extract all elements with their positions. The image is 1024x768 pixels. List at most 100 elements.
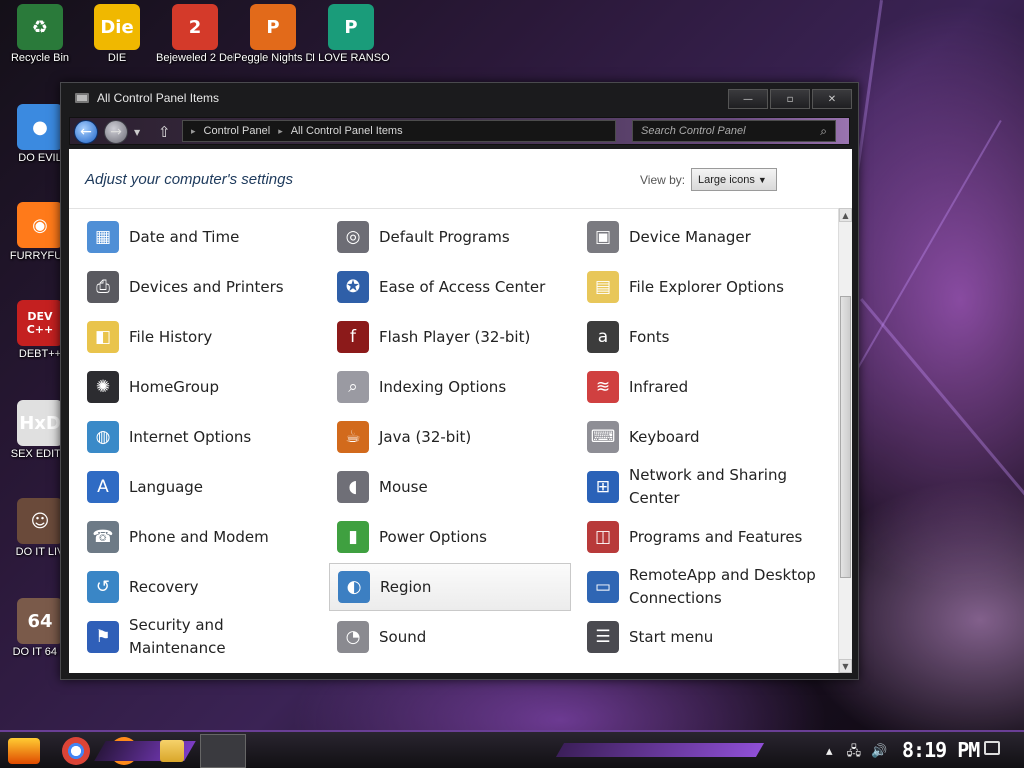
network-icon[interactable]: 🖧 (847, 744, 862, 759)
control-panel-item[interactable]: ▮ Power Options (329, 513, 571, 561)
clock[interactable]: 8:19 PM (902, 738, 980, 762)
address-root-chevron-icon[interactable]: ▸ (191, 126, 196, 137)
tray-chevron-up-icon[interactable]: ▴ (826, 744, 833, 759)
search-input[interactable]: Search Control Panel ⌕ (632, 120, 836, 142)
chevron-down-icon: ▼ (757, 174, 767, 185)
control-panel-item[interactable]: a Fonts (579, 313, 821, 361)
action-center-icon[interactable] (984, 741, 1000, 755)
maximize-button[interactable]: ▫ (770, 89, 810, 109)
scroll-up-arrow-icon[interactable]: ▲ (839, 208, 852, 222)
control-panel-item-label: Security and Maintenance (129, 616, 226, 657)
control-panel-item[interactable]: ⊞ Network and Sharing Center (579, 463, 821, 511)
control-panel-item[interactable]: ✺ HomeGroup (79, 363, 321, 411)
desktop-icon[interactable]: 2 Bejeweled 2 Deluxe (156, 4, 234, 65)
search-placeholder: Search Control Panel (641, 125, 746, 137)
control-panel-item[interactable]: ↺ Recovery (79, 563, 321, 611)
control-panel-item[interactable]: A Language (79, 463, 321, 511)
view-by-value: Large icons (698, 173, 755, 186)
scroll-down-arrow-icon[interactable]: ▼ (839, 659, 852, 673)
control-panel-item-label: Keyboard (629, 427, 700, 446)
control-panel-item[interactable]: f Flash Player (32-bit) (329, 313, 571, 361)
desktop-app-icon: P (250, 4, 296, 50)
control-panel-item[interactable]: ◔ Sound (329, 613, 571, 661)
control-panel-items-grid: ▦ Date and Time ◎ Default Programs ▣ Device M… (79, 213, 831, 671)
page-title: Adjust your computer's settings (85, 171, 293, 188)
control-panel-item-label: Network and Sharing Center (629, 466, 787, 507)
desktop-icon-label: DIE (107, 52, 127, 64)
control-panel-item-label: Fonts (629, 327, 670, 346)
control-panel-item-label: Mouse (379, 477, 428, 496)
control-panel-item[interactable]: ⌨ Keyboard (579, 413, 821, 461)
control-panel-item[interactable]: ▣ Device Manager (579, 213, 821, 261)
control-panel-item-label: HomeGroup (129, 377, 219, 396)
desktop-icon[interactable]: P Peggle Nights Deluxe (234, 4, 312, 65)
start-button[interactable] (8, 738, 40, 764)
control-panel-item[interactable]: ☎ Phone and Modem (79, 513, 321, 561)
desktop-icon[interactable]: Die DIE (78, 4, 156, 65)
recovery-icon: ↺ (87, 571, 119, 603)
title-bar[interactable]: All Control Panel Items — ▫ ✕ (61, 83, 858, 113)
view-by-dropdown[interactable]: Large icons ▼ (691, 168, 777, 191)
control-panel-item-label: Flash Player (32-bit) (379, 327, 531, 346)
desktop-app-icon: ◉ (17, 202, 63, 248)
control-panel-item[interactable]: ☰ Start menu (579, 613, 821, 661)
desktop-app-icon: DEV C++ (17, 300, 63, 346)
control-panel-taskbar-button[interactable] (200, 734, 246, 768)
control-panel-item-label: Language (129, 477, 204, 496)
control-panel-item[interactable]: ▦ Date and Time (79, 213, 321, 261)
back-button[interactable]: ← (74, 120, 98, 144)
control-panel-item-label: File Explorer Options (629, 277, 784, 296)
chrome-taskbar-icon[interactable] (62, 737, 90, 765)
vertical-scrollbar[interactable]: ▲ ▼ (838, 208, 852, 673)
control-panel-item[interactable]: ◎ Default Programs (329, 213, 571, 261)
control-panel-item[interactable]: ⌕ Indexing Options (329, 363, 571, 411)
control-panel-item-label: Infrared (629, 377, 689, 396)
control-panel-window: All Control Panel Items — ▫ ✕ ← → ▼ ⇧ ▸ … (60, 82, 859, 680)
control-panel-item[interactable]: ◫ Programs and Features (579, 513, 821, 561)
minimize-button[interactable]: — (728, 89, 768, 109)
address-bar[interactable]: ▸ Control Panel ▸ All Control Panel Item… (182, 120, 616, 142)
header-divider (69, 208, 839, 209)
search-icon[interactable]: ⌕ (820, 124, 827, 139)
system-tray: ▴ 🖧 🔊 (826, 742, 888, 764)
wallpaper-ray (860, 298, 1024, 607)
control-panel-item-label: Region (380, 577, 432, 596)
desktop-icon-label: Recycle Bin (10, 52, 70, 64)
control-panel-item[interactable]: ▭ RemoteApp and Desktop Connections (579, 563, 821, 611)
control-panel-item-label: Default Programs (379, 227, 510, 246)
navigation-bar: ← → ▼ ⇧ ▸ Control Panel ▸ All Control Pa… (69, 117, 850, 145)
control-panel-item[interactable]: ☕ Java (32-bit) (329, 413, 571, 461)
control-panel-item[interactable]: ◍ Internet Options (79, 413, 321, 461)
recent-locations-chevron-icon[interactable]: ▼ (134, 128, 140, 137)
infrared-icon: ≋ (587, 371, 619, 403)
control-panel-item-label: Power Options (379, 527, 487, 546)
file-history-icon: ◧ (87, 321, 119, 353)
breadcrumb-separator[interactable]: ▸ (278, 126, 283, 137)
control-panel-item[interactable]: ◖ Mouse (329, 463, 571, 511)
homegroup-icon: ✺ (87, 371, 119, 403)
up-arrow-icon[interactable]: ⇧ (158, 123, 171, 141)
control-panel-item[interactable]: ◐ Region (329, 563, 571, 611)
taskbar: ▴ 🖧 🔊 8:19 PM (0, 730, 1024, 768)
control-panel-item-label: File History (129, 327, 213, 346)
control-panel-item[interactable]: ≋ Infrared (579, 363, 821, 411)
close-button[interactable]: ✕ (812, 89, 852, 109)
control-panel-item[interactable]: ⎙ Devices and Printers (79, 263, 321, 311)
breadcrumb-all-control-panel-items[interactable]: All Control Panel Items (291, 125, 403, 137)
taskbar-decoration (555, 743, 765, 757)
volume-icon[interactable]: 🔊 (871, 744, 887, 759)
forward-button[interactable]: → (104, 120, 128, 144)
scrollbar-thumb[interactable] (840, 296, 851, 578)
control-panel-item[interactable]: ✪ Ease of Access Center (329, 263, 571, 311)
mouse-icon: ◖ (337, 471, 369, 503)
printer-icon: ⎙ (87, 271, 119, 303)
file-explorer-taskbar-icon[interactable] (160, 740, 184, 762)
control-panel-item[interactable]: ◧ File History (79, 313, 321, 361)
flash-player-icon: f (337, 321, 369, 353)
control-panel-item[interactable]: ▤ File Explorer Options (579, 263, 821, 311)
desktop-icon[interactable]: P I LOVE RANSOMWARE (312, 4, 390, 65)
control-panel-item[interactable]: ⚑ Security and Maintenance (79, 613, 321, 661)
breadcrumb-control-panel[interactable]: Control Panel (204, 125, 271, 137)
desktop-app-icon: ☺ (17, 498, 63, 544)
desktop-icon[interactable]: ♻ Recycle Bin (1, 4, 79, 65)
